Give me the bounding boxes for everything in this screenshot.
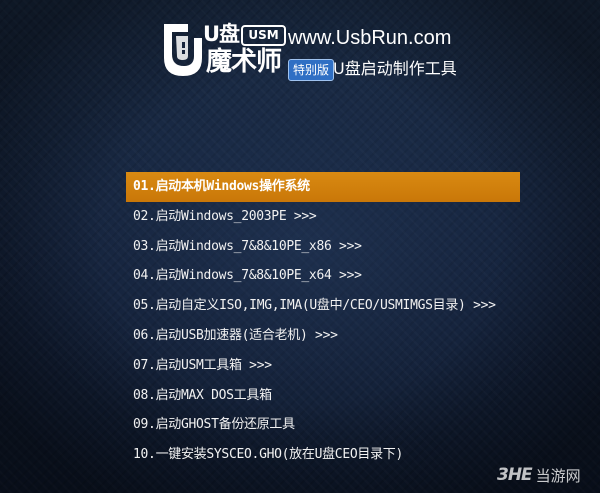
boot-menu: 01.启动本机Windows操作系统 02.启动Windows_2003PE >… [126,172,520,470]
usm-shield-logo-icon [164,24,202,76]
brand-name: 魔术师 [206,47,282,77]
brand-u-disk: U盘 [203,22,240,46]
product-subtitle: U盘启动制作工具 [333,59,457,78]
site-watermark: 3HE 当游网 [497,462,581,488]
usm-badge: USM [241,25,286,46]
boot-menu-item-02[interactable]: 02.启动Windows_2003PE >>> [126,202,520,232]
boot-menu-item-05[interactable]: 05.启动自定义ISO,IMG,IMA(U盘中/CEO/USMIMGS目录) >… [126,291,520,321]
watermark-text: 当游网 [535,466,581,485]
boot-screen: U盘 USM 魔术师 www.UsbRun.com 特别版 U盘启动制作工具 0… [0,0,600,493]
watermark-logo: 3HE [497,465,533,485]
boot-menu-item-08[interactable]: 08.启动MAX DOS工具箱 [126,381,520,411]
boot-menu-item-06[interactable]: 06.启动USB加速器(适合老机) >>> [126,321,520,351]
boot-menu-item-10[interactable]: 10.一键安装SYSCEO.GHO(放在U盘CEO目录下) [126,440,520,470]
site-url: www.UsbRun.com [288,27,452,49]
boot-menu-item-03[interactable]: 03.启动Windows_7&8&10PE_x86 >>> [126,232,520,262]
boot-menu-item-07[interactable]: 07.启动USM工具箱 >>> [126,351,520,381]
special-edition-badge: 特别版 [288,59,335,81]
boot-menu-item-04[interactable]: 04.启动Windows_7&8&10PE_x64 >>> [126,261,520,291]
boot-menu-item-09[interactable]: 09.启动GHOST备份还原工具 [126,410,520,440]
boot-menu-item-01[interactable]: 01.启动本机Windows操作系统 [126,172,520,202]
